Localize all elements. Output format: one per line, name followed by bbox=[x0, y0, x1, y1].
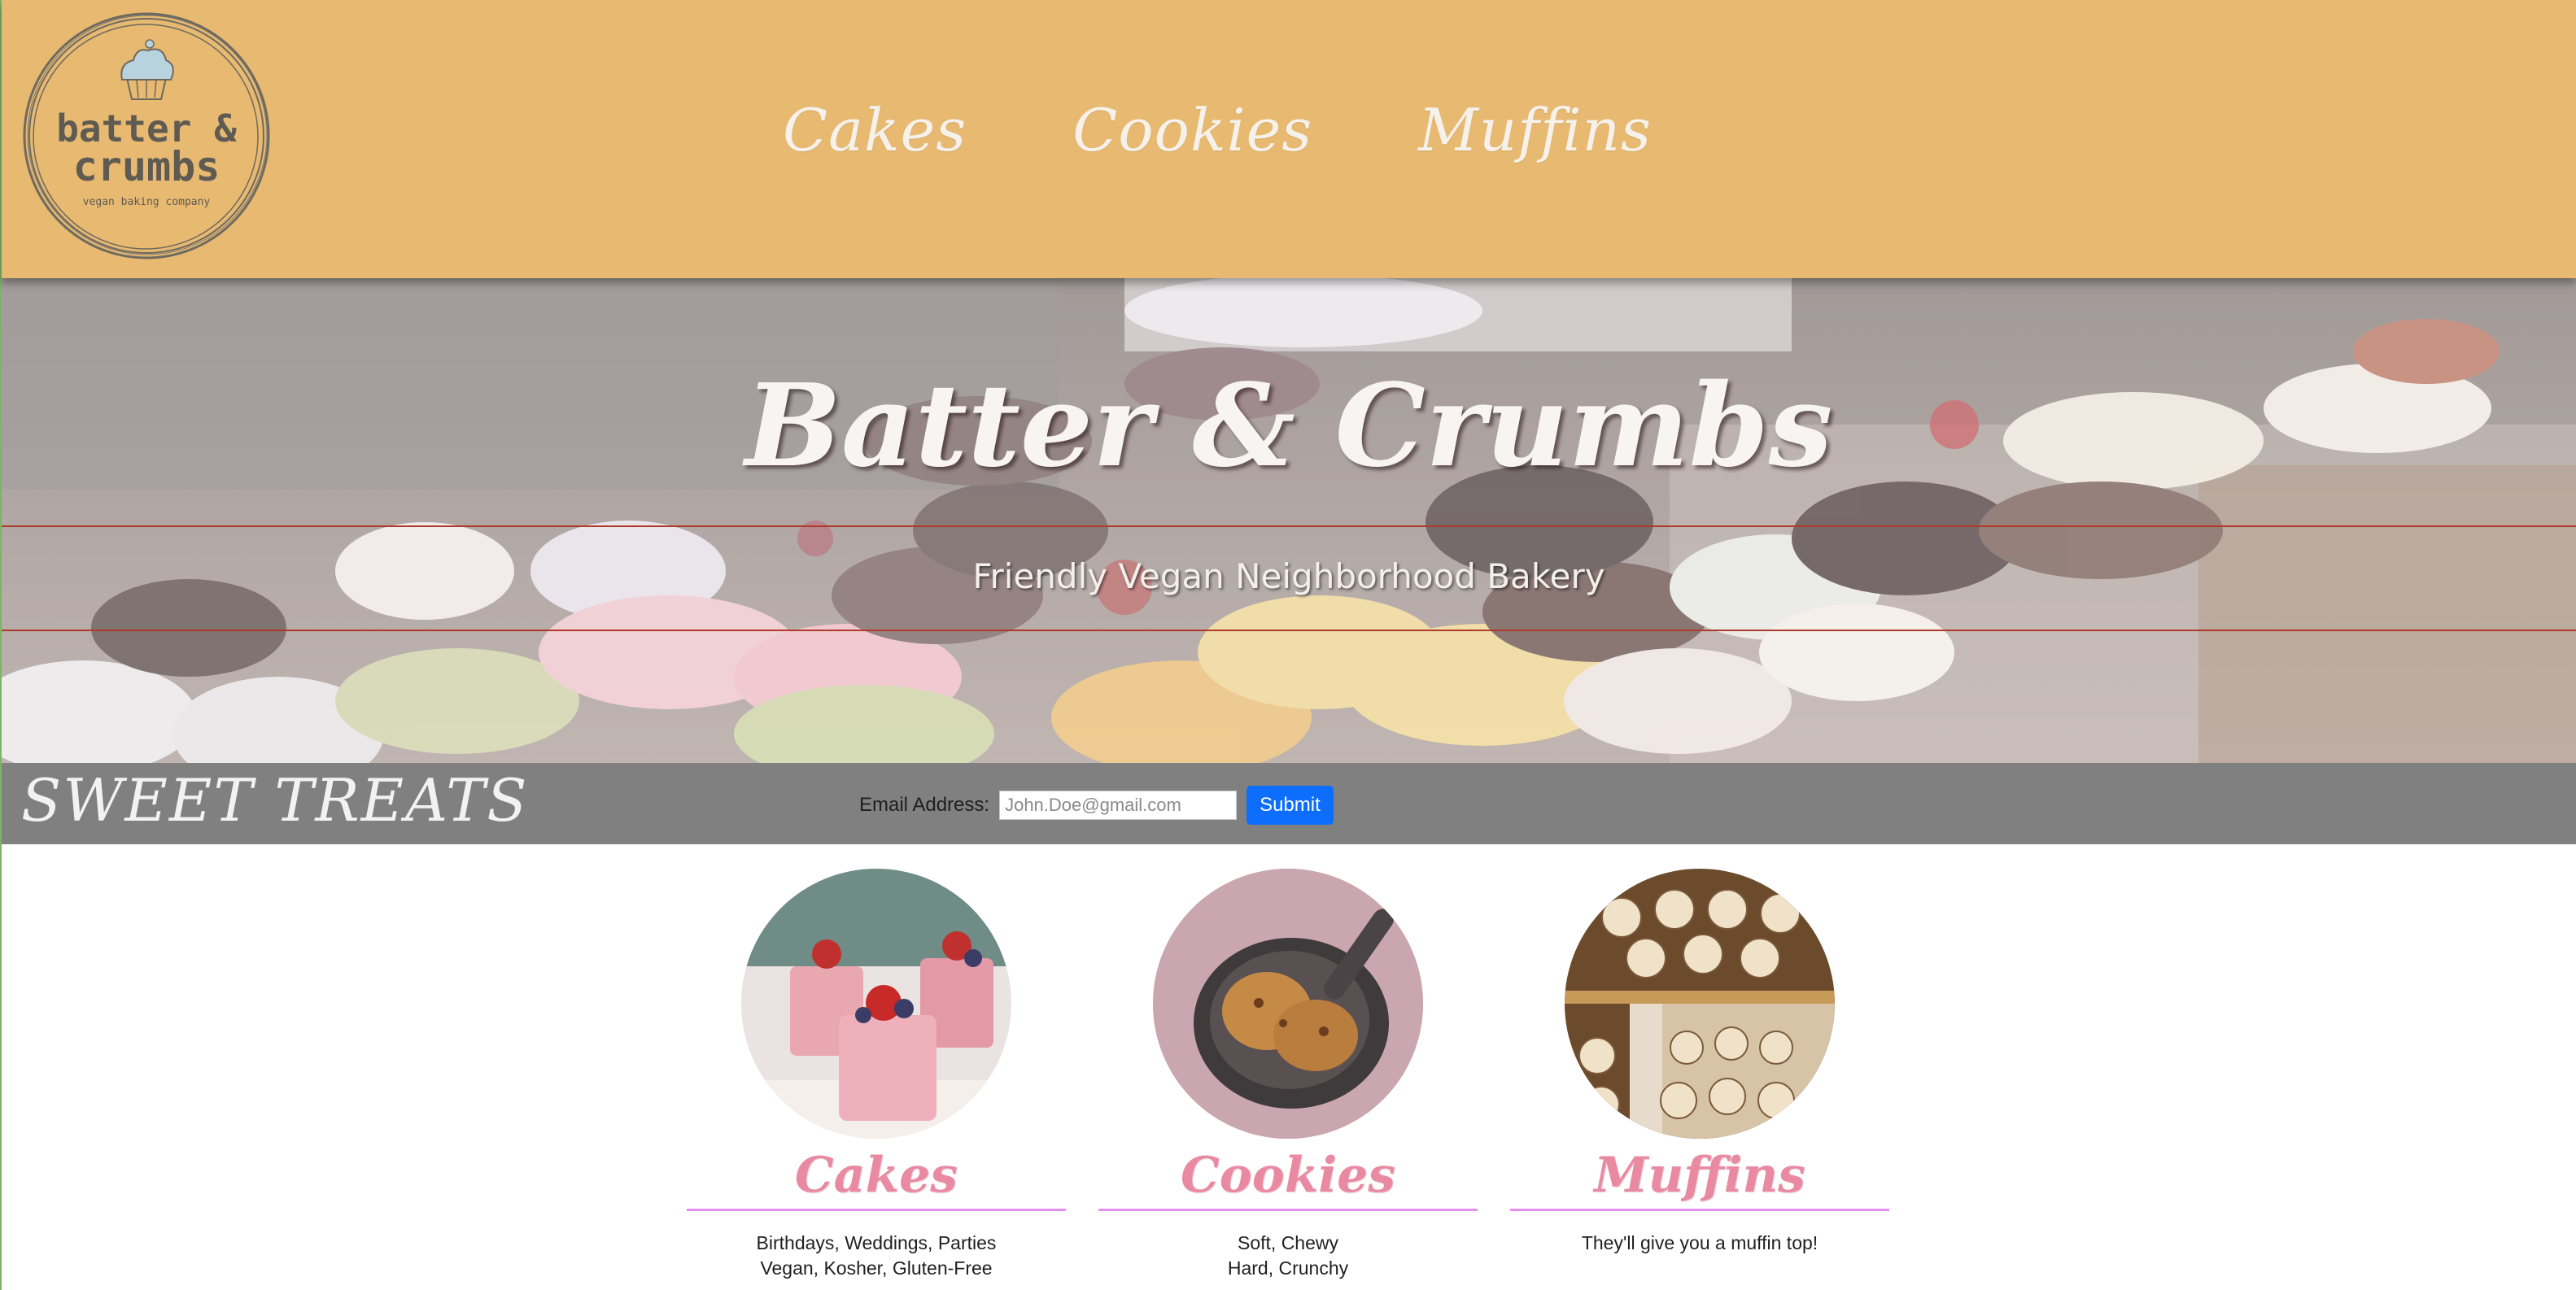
hero-subtitle: Friendly Vegan Neighborhood Bakery bbox=[972, 556, 1605, 596]
product-title-cookies[interactable]: Cookies bbox=[1098, 1147, 1478, 1204]
product-description-cakes: Birthdays, Weddings, Parties Vegan, Kosh… bbox=[687, 1231, 1066, 1281]
logo-badge: batter & crumbs vegan baking company bbox=[23, 12, 270, 259]
cookies-image[interactable] bbox=[1153, 869, 1423, 1139]
description-line: Vegan, Kosher, Gluten-Free bbox=[760, 1257, 993, 1279]
nav-link-cookies[interactable]: Cookies bbox=[1072, 96, 1312, 164]
product-title-cakes[interactable]: Cakes bbox=[687, 1147, 1066, 1204]
product-title-muffins[interactable]: Muffins bbox=[1510, 1147, 1889, 1204]
svg-text:vegan baking company: vegan baking company bbox=[83, 196, 211, 208]
nav-link-muffins[interactable]: Muffins bbox=[1418, 96, 1652, 164]
email-signup-form: Email Address: Submit bbox=[859, 786, 1334, 825]
description-line: Soft, Chewy bbox=[1238, 1232, 1338, 1253]
batter-and-crumbs-logo[interactable]: batter & crumbs vegan baking company bbox=[18, 10, 275, 262]
product-divider bbox=[1098, 1209, 1478, 1211]
cakes-photo bbox=[741, 869, 1011, 1139]
hero-banner: Batter & Crumbs Friendly Vegan Neighborh… bbox=[2, 278, 2576, 763]
product-divider bbox=[687, 1209, 1066, 1211]
product-card-cookies: Cookies Soft, Chewy Hard, Crunchy bbox=[1098, 869, 1478, 1281]
email-input[interactable] bbox=[999, 791, 1238, 820]
product-card-cakes: Cakes Birthdays, Weddings, Parties Vegan… bbox=[687, 869, 1066, 1281]
muffins-image[interactable] bbox=[1565, 869, 1835, 1139]
product-description-muffins: They'll give you a muffin top! bbox=[1510, 1231, 1889, 1256]
cookies-photo bbox=[1153, 869, 1423, 1139]
muffins-photo bbox=[1565, 869, 1835, 1139]
email-label: Email Address: bbox=[859, 794, 990, 816]
cupcake-icon bbox=[120, 39, 174, 100]
hero-divider-top bbox=[2, 525, 2576, 527]
site-header: batter & crumbs vegan baking company Cak… bbox=[2, 0, 2576, 278]
description-line: Birthdays, Weddings, Parties bbox=[756, 1232, 997, 1253]
svg-text:crumbs: crumbs bbox=[73, 143, 220, 190]
product-description-cookies: Soft, Chewy Hard, Crunchy bbox=[1098, 1231, 1478, 1281]
description-line: They'll give you a muffin top! bbox=[1581, 1232, 1818, 1253]
description-line: Hard, Crunchy bbox=[1227, 1257, 1349, 1279]
product-divider bbox=[1510, 1209, 1889, 1211]
newsletter-strip: SWEET TREATS Email Address: Submit bbox=[2, 763, 2576, 844]
product-card-muffins: Muffins They'll give you a muffin top! bbox=[1510, 869, 1889, 1256]
submit-button[interactable]: Submit bbox=[1247, 786, 1334, 825]
nav-link-cakes[interactable]: Cakes bbox=[783, 96, 967, 164]
cakes-image[interactable] bbox=[741, 869, 1011, 1139]
hero-divider-bottom bbox=[2, 630, 2576, 631]
hero-pastry-image bbox=[2, 278, 2576, 763]
hero-title: Batter & Crumbs bbox=[744, 360, 1833, 493]
section-title: SWEET TREATS bbox=[21, 766, 529, 835]
main-nav: Cakes Cookies Muffins bbox=[783, 96, 1652, 164]
